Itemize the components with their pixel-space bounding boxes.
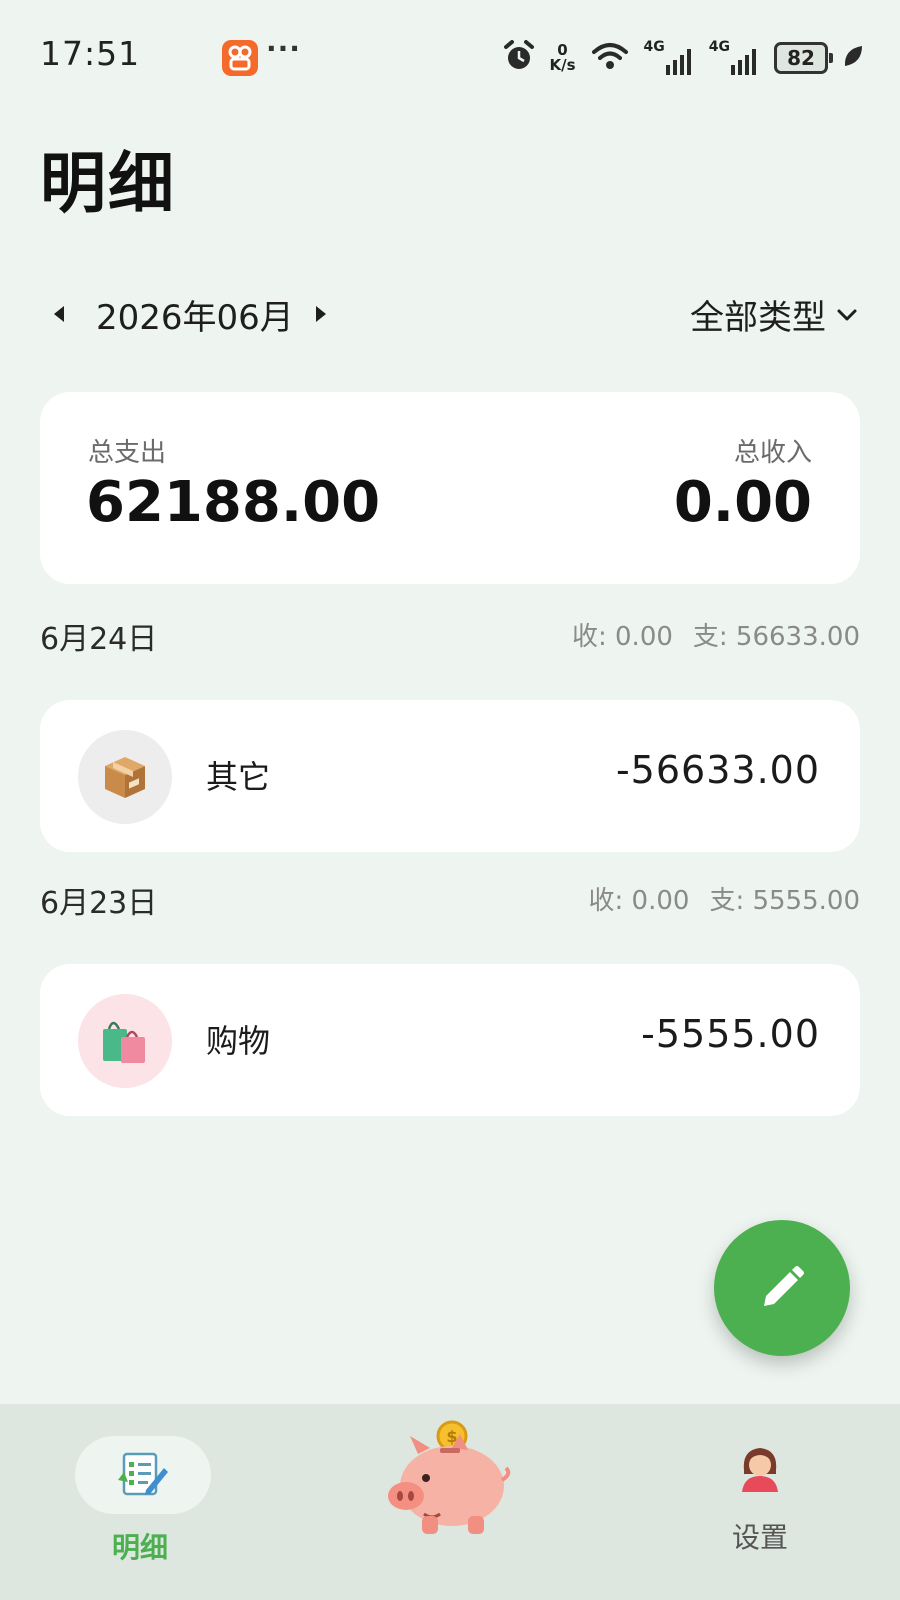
add-record-button[interactable] <box>714 1220 850 1356</box>
next-month-button[interactable] <box>306 296 336 332</box>
user-avatar-icon <box>742 1448 778 1492</box>
day-header-date: 6月23日 <box>40 886 158 921</box>
transaction-amount: -5555.00 <box>641 1012 820 1056</box>
wifi-icon <box>590 40 630 76</box>
day-income-total: 收: 0.00 <box>571 622 673 652</box>
signal-4g-1-label: 4G <box>643 39 665 55</box>
signal-bars-icon <box>731 49 756 75</box>
leaf-icon <box>842 43 864 73</box>
transaction-row[interactable]: 其它 -56633.00 <box>40 700 860 852</box>
checklist-icon <box>118 1452 168 1496</box>
day-header-totals: 收: 0.00 支: 56633.00 <box>572 616 860 653</box>
battery-indicator: 82 <box>774 42 833 74</box>
page-title: 明细 <box>40 145 176 222</box>
app-notification-icon <box>222 40 258 76</box>
nav-settings-label: 设置 <box>731 1521 788 1554</box>
total-expense-label: 总支出 <box>88 438 167 468</box>
type-filter-label: 全部类型 <box>690 298 826 338</box>
triangle-right-icon <box>316 306 326 322</box>
signal-4g-2: 4G <box>709 39 760 77</box>
package-icon <box>78 730 172 824</box>
month-label[interactable]: 2026年06月 <box>96 290 294 339</box>
transaction-category: 购物 <box>206 1022 271 1060</box>
bottom-navigation: 明细 $ 设置 <box>0 1404 900 1600</box>
previous-month-button[interactable] <box>44 296 74 332</box>
triangle-left-icon <box>54 306 64 322</box>
battery-level: 82 <box>787 46 815 70</box>
shopping-bags-icon <box>78 994 172 1088</box>
transaction-category: 其它 <box>206 758 271 796</box>
nav-settings-button[interactable]: 设置 <box>712 1444 808 1564</box>
nav-detail-button[interactable] <box>75 1436 211 1514</box>
day-expense-total: 支: 5555.00 <box>709 886 860 916</box>
more-notifications-indicator: ··· <box>266 32 301 65</box>
network-speed-unit: K/s <box>549 56 576 74</box>
status-time: 17:51 <box>40 34 141 73</box>
day-header-date: 6月24日 <box>40 622 158 657</box>
piggy-bank-button[interactable]: $ <box>384 1420 514 1540</box>
transaction-amount: -56633.00 <box>615 748 820 792</box>
piggy-bank-icon: $ <box>388 1420 511 1534</box>
signal-bars-icon <box>665 49 691 75</box>
network-speed: 0 K/s <box>550 43 576 73</box>
day-expense-total: 支: 56633.00 <box>692 622 860 652</box>
day-income-total: 收: 0.00 <box>588 886 690 916</box>
signal-4g-2-label: 4G <box>708 39 730 55</box>
alarm-icon <box>502 39 536 77</box>
day-header-totals: 收: 0.00 支: 5555.00 <box>589 880 860 917</box>
chevron-down-icon <box>837 309 857 320</box>
summary-card: 总支出 62188.00 总收入 0.00 <box>40 392 860 584</box>
pencil-icon <box>764 1266 804 1306</box>
status-icons: 0 K/s 4G 4G 82 <box>502 36 865 80</box>
transaction-row[interactable]: 购物 -5555.00 <box>40 964 860 1116</box>
signal-4g-1: 4G <box>644 39 695 77</box>
type-filter-dropdown[interactable]: 全部类型 <box>690 290 858 339</box>
nav-detail-label[interactable]: 明细 <box>112 1526 168 1566</box>
total-expense-value: 62188.00 <box>86 470 381 535</box>
total-income-value: 0.00 <box>673 470 812 535</box>
total-income-label: 总收入 <box>733 438 812 468</box>
